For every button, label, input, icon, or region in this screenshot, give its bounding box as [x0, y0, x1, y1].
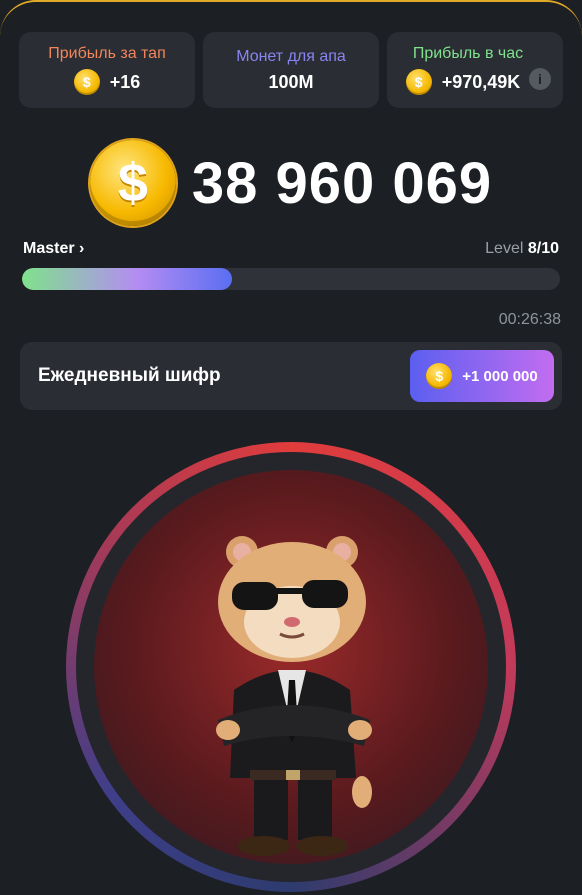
- stat-label: Монет для апа: [236, 47, 346, 65]
- stat-value-row: $ +970,49K: [405, 69, 521, 95]
- level-progress-fill: [22, 268, 232, 290]
- level-value: 8/10: [527, 240, 559, 257]
- daily-cipher-reward-button[interactable]: $ +1 000 000: [410, 350, 554, 402]
- stat-value-row: 100M: [268, 72, 313, 93]
- coin-icon: $: [73, 69, 100, 95]
- stats-row: Прибыль за тап $ +16 Монет для апа 100M …: [19, 32, 563, 108]
- coin-icon: $: [89, 140, 176, 226]
- level-indicator: Level 8/10: [485, 240, 559, 258]
- balance-value: 38 960 069: [191, 150, 493, 216]
- stat-value: +16: [109, 71, 141, 92]
- balance-display: $ 38 960 069: [0, 140, 582, 226]
- stat-value-row: $ +16: [73, 69, 141, 95]
- info-icon[interactable]: i: [529, 68, 551, 90]
- level-name: Master: [23, 240, 75, 257]
- stat-value: 100M: [268, 71, 314, 92]
- stat-profit-per-hour[interactable]: Прибыль в час $ +970,49K i: [387, 32, 563, 108]
- chevron-right-icon: ›: [79, 240, 85, 257]
- stat-label: Прибыль за тап: [48, 45, 166, 62]
- level-prefix: Level: [485, 240, 524, 257]
- daily-cipher-title: Ежедневный шифр: [38, 365, 221, 386]
- cipher-timer: 00:26:38: [498, 311, 561, 328]
- stat-label: Прибыль в час: [412, 45, 524, 62]
- tap-button-inner: [76, 452, 506, 882]
- level-name-link[interactable]: Master ›: [23, 240, 84, 258]
- stat-profit-per-tap[interactable]: Прибыль за тап $ +16: [19, 32, 195, 108]
- app-frame: Прибыль за тап $ +16 Монет для апа 100M …: [0, 0, 582, 895]
- daily-cipher-reward: +1 000 000: [462, 367, 538, 385]
- tap-button[interactable]: [66, 442, 516, 892]
- tap-button-core: [94, 470, 488, 864]
- coin-icon: $: [426, 363, 453, 389]
- daily-cipher-card[interactable]: Ежедневный шифр $ +1 000 000: [20, 342, 562, 410]
- level-row: Master › Level 8/10: [23, 240, 559, 258]
- hamster-mascot: [216, 536, 372, 856]
- stat-coins-to-level-up[interactable]: Монет для апа 100M: [203, 32, 379, 108]
- coin-icon: $: [405, 69, 432, 95]
- level-progress-bar: [22, 268, 560, 290]
- stat-value: +970,49K: [441, 71, 521, 92]
